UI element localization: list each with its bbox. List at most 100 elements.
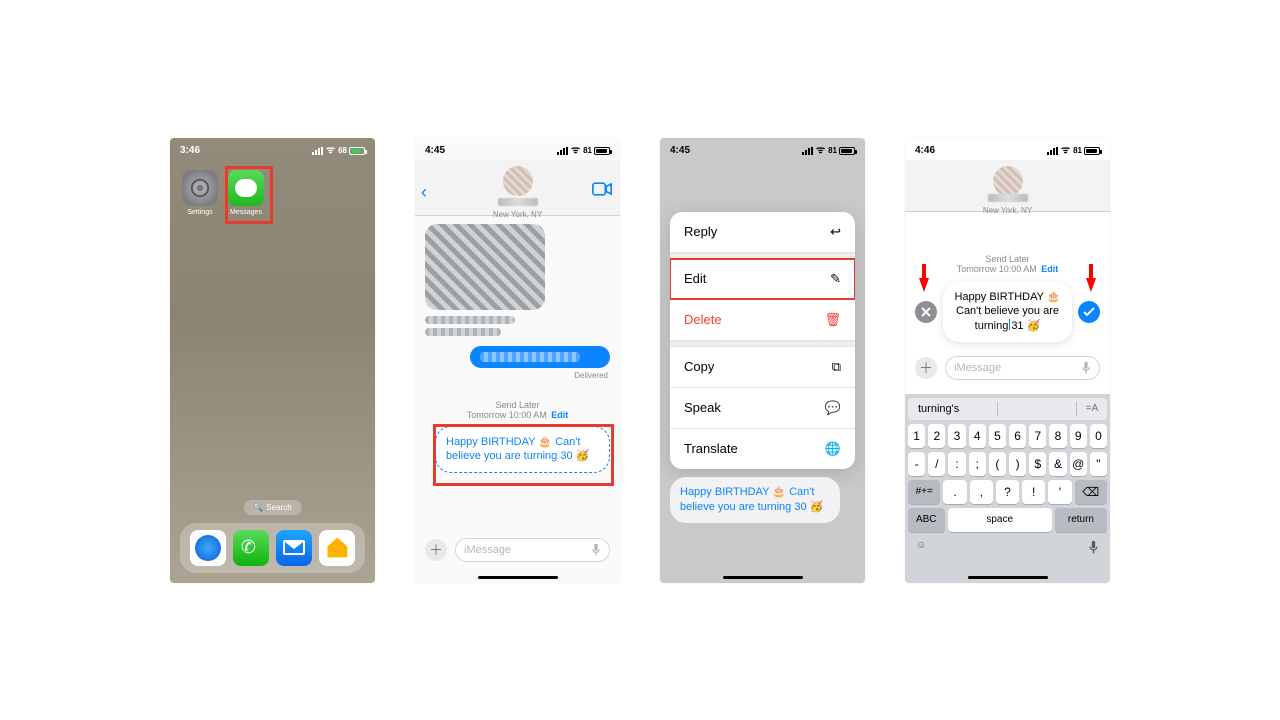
menu-copy[interactable]: Copy ⧉ <box>670 347 855 388</box>
contact-avatar[interactable] <box>993 166 1023 196</box>
dictate-icon[interactable] <box>1081 361 1091 375</box>
contact-name-redacted <box>498 198 538 206</box>
received-text-redacted <box>425 316 515 324</box>
cancel-edit-button[interactable] <box>915 301 937 323</box>
home-indicator[interactable] <box>968 576 1048 579</box>
key[interactable]: 3 <box>948 424 965 448</box>
app-mail[interactable] <box>276 530 312 566</box>
input-placeholder: iMessage <box>954 362 1001 374</box>
suggestion-eqA[interactable]: =A <box>1077 403 1107 414</box>
app-phone[interactable]: ✆ <box>233 530 269 566</box>
key[interactable]: 6 <box>1009 424 1026 448</box>
spotlight-search[interactable]: 🔍 Search <box>243 500 301 515</box>
key[interactable]: ! <box>1022 480 1045 504</box>
wifi-icon: ᯤ <box>1061 146 1070 156</box>
attach-button[interactable]: ＋ <box>915 357 937 379</box>
scheduled-message-bubble[interactable]: Happy BIRTHDAY 🎂 Can't believe you are t… <box>670 477 840 523</box>
phone-context-menu: 4:45 ᯤ 81 Reply ↩︎ Edit ✎ Delete 🗑 Copy <box>660 138 865 583</box>
phone-icon: ✆ <box>241 538 261 558</box>
key[interactable]: 1 <box>908 424 925 448</box>
status-time: 4:46 <box>915 145 935 156</box>
key-shift[interactable]: #+= <box>908 480 940 504</box>
keyboard: turning's =A 1 2 3 4 5 6 7 8 9 0 - / : ;… <box>905 394 1110 583</box>
house-icon <box>326 537 348 559</box>
contact-avatar[interactable] <box>503 166 533 196</box>
key[interactable]: , <box>970 480 993 504</box>
menu-delete[interactable]: Delete 🗑 <box>670 300 855 341</box>
key[interactable]: - <box>908 452 925 476</box>
suggestion-word[interactable]: turning's <box>908 403 997 415</box>
status-time: 4:45 <box>425 145 445 156</box>
home-indicator[interactable] <box>723 576 803 579</box>
translate-icon: 🌐 <box>825 441 841 457</box>
received-text-redacted <box>425 328 501 336</box>
pencil-icon: ✎ <box>830 271 841 287</box>
message-input-bar: ＋ iMessage <box>415 535 620 565</box>
key-abc[interactable]: ABC <box>908 508 945 532</box>
wifi-icon: ᯤ <box>326 146 335 156</box>
key[interactable]: : <box>948 452 965 476</box>
dictate-button[interactable] <box>1088 540 1099 555</box>
app-home[interactable] <box>319 530 355 566</box>
menu-edit[interactable]: Edit ✎ <box>670 259 855 300</box>
key-row-1: 1 2 3 4 5 6 7 8 9 0 <box>908 424 1107 448</box>
editing-message-bubble[interactable]: Happy BIRTHDAY 🎂 Can't believe you are t… <box>943 282 1072 343</box>
key[interactable]: 7 <box>1029 424 1046 448</box>
key[interactable]: " <box>1090 452 1107 476</box>
status-bar: 4:45 ᯤ 81 <box>660 138 865 160</box>
key[interactable]: & <box>1049 452 1066 476</box>
dictate-icon[interactable] <box>591 543 601 557</box>
app-settings[interactable]: Settings <box>182 170 218 216</box>
phone-conversation: 4:45 ᯤ 81 ‹ New York, NY Delivered Send … <box>415 138 620 583</box>
home-indicator[interactable] <box>478 576 558 579</box>
key[interactable]: 4 <box>969 424 986 448</box>
phone-home-screen: 3:46 ᯤ 68 Settings Messages 🔍 Search <box>170 138 375 583</box>
attach-button[interactable]: ＋ <box>425 539 447 561</box>
menu-speak[interactable]: Speak 💬 <box>670 388 855 429</box>
message-input[interactable]: iMessage <box>455 538 610 562</box>
app-messages[interactable]: Messages <box>228 170 264 216</box>
key[interactable]: . <box>943 480 966 504</box>
key[interactable]: $ <box>1029 452 1046 476</box>
callout-arrow-icon <box>1086 278 1096 292</box>
key[interactable]: ; <box>969 452 986 476</box>
key-space[interactable]: space <box>948 508 1052 532</box>
send-later-edit-link[interactable]: Edit <box>551 410 568 420</box>
callout-arrow-icon <box>919 278 929 292</box>
reply-icon: ↩︎ <box>830 224 841 240</box>
app-label: Settings <box>187 209 212 216</box>
scheduled-message-bubble[interactable]: Happy BIRTHDAY 🎂 Can't believe you are t… <box>435 426 610 474</box>
received-image-redacted[interactable] <box>425 224 545 310</box>
key[interactable]: ) <box>1009 452 1026 476</box>
send-later-title: Send Later <box>425 400 610 410</box>
emoji-button[interactable]: ☺ <box>916 540 926 555</box>
message-input[interactable]: iMessage <box>945 356 1100 380</box>
status-time: 3:46 <box>180 145 200 156</box>
key[interactable]: 5 <box>989 424 1006 448</box>
key[interactable]: 2 <box>928 424 945 448</box>
key[interactable]: / <box>928 452 945 476</box>
input-placeholder: iMessage <box>464 544 511 556</box>
key[interactable]: 8 <box>1049 424 1066 448</box>
key[interactable]: ' <box>1048 480 1071 504</box>
menu-reply[interactable]: Reply ↩︎ <box>670 212 855 253</box>
status-bar: 4:45 ᯤ 81 <box>415 138 620 160</box>
confirm-edit-button[interactable] <box>1078 301 1100 323</box>
key[interactable]: ? <box>996 480 1019 504</box>
menu-translate[interactable]: Translate 🌐 <box>670 429 855 469</box>
key[interactable]: 9 <box>1070 424 1087 448</box>
key-row-2: - / : ; ( ) $ & @ " <box>908 452 1107 476</box>
sent-message-redacted[interactable] <box>470 346 610 368</box>
app-safari[interactable] <box>190 530 226 566</box>
status-time: 4:45 <box>670 145 690 156</box>
delivered-label: Delivered <box>425 371 610 380</box>
key[interactable]: 0 <box>1090 424 1107 448</box>
key[interactable]: ( <box>989 452 1006 476</box>
status-bar: 4:46 ᯤ 81 <box>905 138 1110 160</box>
send-later-time: Tomorrow 10:00 AM <box>957 264 1037 274</box>
key-backspace[interactable]: ⌫ <box>1075 480 1107 504</box>
facetime-button[interactable] <box>592 182 612 196</box>
key[interactable]: @ <box>1070 452 1087 476</box>
key-return[interactable]: return <box>1055 508 1107 532</box>
send-later-edit-link[interactable]: Edit <box>1041 264 1058 274</box>
